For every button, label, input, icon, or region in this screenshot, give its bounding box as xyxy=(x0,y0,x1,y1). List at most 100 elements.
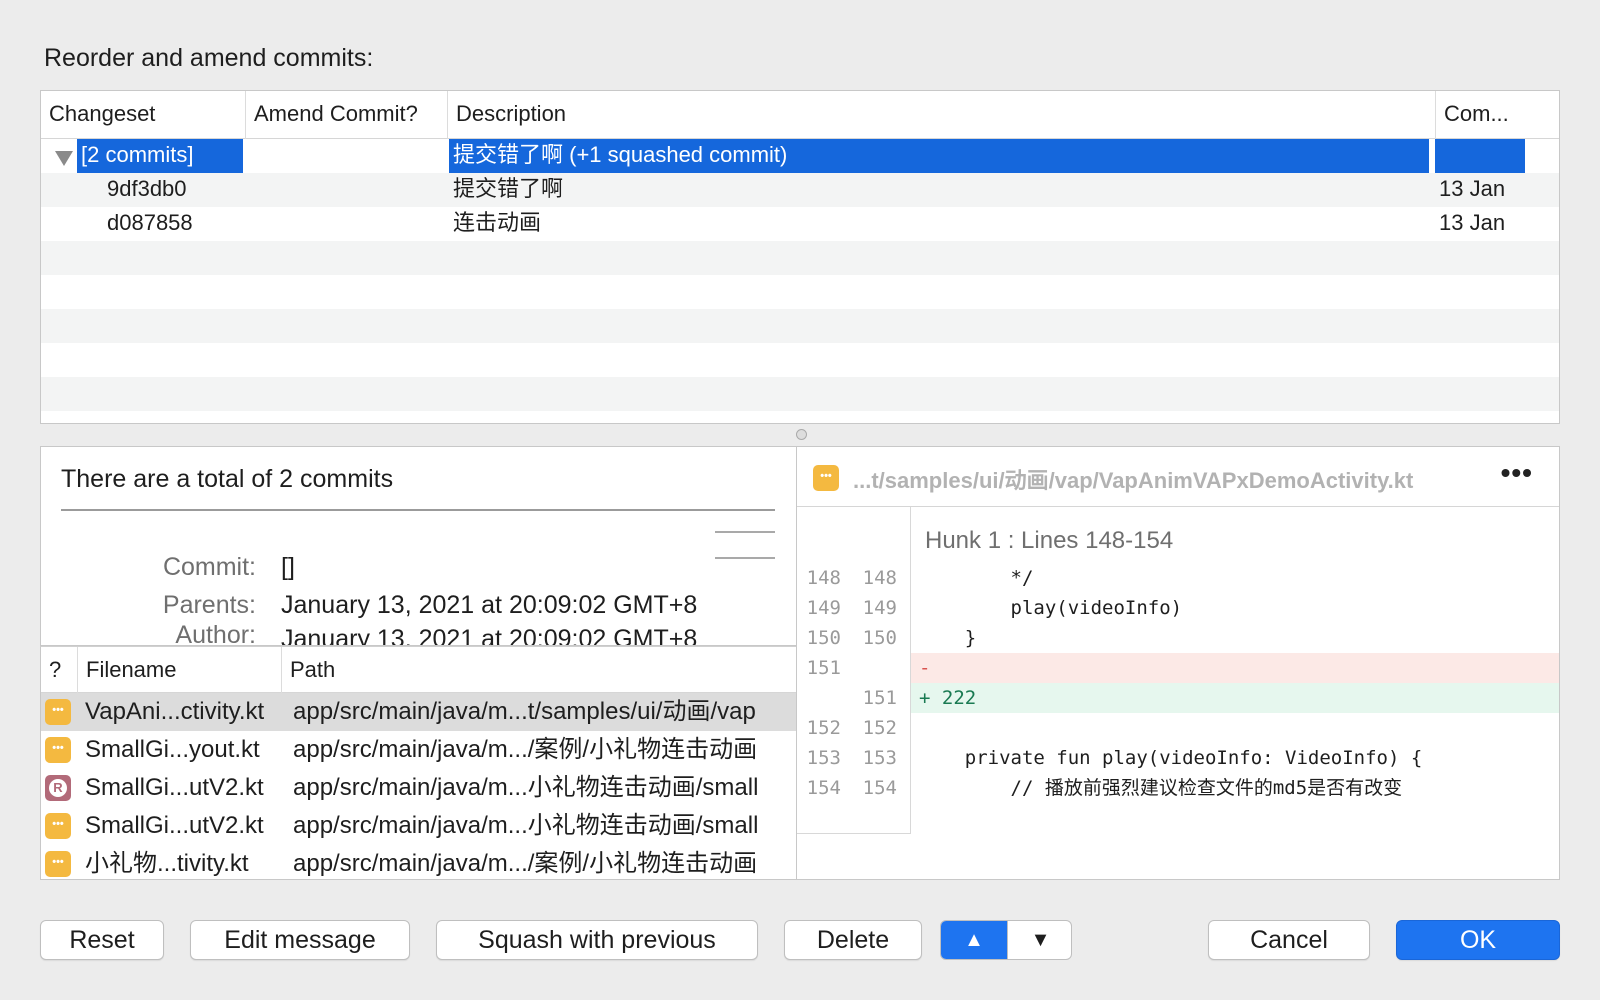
commit-date: 13 Jan xyxy=(1439,176,1506,201)
column-commit-date[interactable]: Com... xyxy=(1435,91,1559,139)
commit-description: 提交错了啊 xyxy=(453,176,564,201)
diff-file-path: ...t/samples/ui/动画/vap/VapAnimVAPxDemoAc… xyxy=(853,468,1414,493)
diff-line[interactable]: 152 152 xyxy=(797,713,1559,743)
empty-row xyxy=(41,343,1559,377)
modified-icon: ••• xyxy=(45,737,71,763)
new-line-number: 148 xyxy=(862,567,897,589)
renamed-icon-letter: R xyxy=(49,779,67,797)
file-path: app/src/main/java/m.../案例/小礼物连击动画 xyxy=(293,850,758,877)
move-up-button[interactable]: ▲ xyxy=(941,921,1007,959)
commit-changeset: d087858 xyxy=(107,210,193,235)
group-description: 提交错了啊 (+1 squashed commit) xyxy=(449,139,1429,173)
file-row[interactable]: ••• 小礼物...tivity.kt app/src/main/java/m.… xyxy=(41,845,796,879)
diff-line[interactable]: 148 148 */ xyxy=(797,563,1559,593)
resize-grip-line xyxy=(715,531,775,533)
split-view-handle[interactable] xyxy=(796,429,807,440)
edit-message-button[interactable]: Edit message xyxy=(190,920,410,960)
column-changeset[interactable]: Changeset xyxy=(41,91,245,139)
move-down-button[interactable]: ▼ xyxy=(1007,921,1071,959)
parents-label: Parents: xyxy=(162,591,256,619)
disclosure-triangle-icon[interactable] xyxy=(55,151,73,166)
group-date-cell xyxy=(1435,139,1525,173)
changed-files-table[interactable]: ? Filename Path ••• VapAni...ctivity.kt … xyxy=(40,646,796,880)
old-line-number: 154 xyxy=(806,777,841,799)
author-value: January 13, 2021 at 20:09:02 GMT+8 xyxy=(281,625,698,646)
resize-grip-line xyxy=(715,557,775,559)
diff-line[interactable]: 149 149 play(videoInfo) xyxy=(797,593,1559,623)
diff-code: } xyxy=(919,627,977,649)
modified-icon: ••• xyxy=(45,813,71,839)
diff-line[interactable]: 150 150 } xyxy=(797,623,1559,653)
file-row[interactable]: ••• SmallGi...utV2.kt app/src/main/java/… xyxy=(41,807,796,845)
diff-code: + 222 xyxy=(911,683,1559,713)
commit-row[interactable]: d087858 连击动画 13 Jan xyxy=(41,207,1559,241)
column-amend-commit[interactable]: Amend Commit? xyxy=(245,91,447,139)
move-segmented-control[interactable]: ▲ ▼ xyxy=(940,920,1072,960)
commit-table-header: Changeset Amend Commit? Description Com.… xyxy=(41,91,1559,139)
diff-code: - xyxy=(911,653,1559,683)
new-line-number: 153 xyxy=(862,747,897,769)
commit-date: 13 Jan xyxy=(1439,210,1506,235)
diff-header: ••• ...t/samples/ui/动画/vap/VapAnimVAPxDe… xyxy=(797,447,1559,507)
old-line-number: 150 xyxy=(806,627,841,649)
diff-line-added[interactable]: 151 + 222 xyxy=(797,683,1559,713)
empty-row xyxy=(41,275,1559,309)
diff-line[interactable]: 154 154 // 播放前强烈建议检查文件的md5是否有改变 xyxy=(797,773,1559,803)
ok-button[interactable]: OK xyxy=(1396,920,1560,960)
author-label: Author: xyxy=(175,621,256,646)
commit-table[interactable]: Changeset Amend Commit? Description Com.… xyxy=(40,90,1560,424)
file-name: SmallGi...utV2.kt xyxy=(85,812,264,839)
commit-changeset: 9df3db0 xyxy=(107,176,187,201)
column-description[interactable]: Description xyxy=(447,91,1435,139)
diff-line[interactable]: 153 153 private fun play(videoInfo: Vide… xyxy=(797,743,1559,773)
files-table-header: ? Filename Path xyxy=(41,647,796,693)
file-path: app/src/main/java/m...小礼物连击动画/small xyxy=(293,812,759,839)
parents-value: January 13, 2021 at 20:09:02 GMT+8 xyxy=(281,591,698,619)
empty-row xyxy=(41,309,1559,343)
delete-button[interactable]: Delete xyxy=(784,920,922,960)
modified-icon: ••• xyxy=(45,699,71,725)
reset-button[interactable]: Reset xyxy=(40,920,164,960)
commit-description: 连击动画 xyxy=(453,210,542,235)
commit-message-text[interactable]: There are a total of 2 commits xyxy=(61,465,393,494)
file-row[interactable]: ••• VapAni...ctivity.kt app/src/main/jav… xyxy=(41,693,796,731)
file-row[interactable]: ••• SmallGi...yout.kt app/src/main/java/… xyxy=(41,731,796,769)
commit-row[interactable]: 9df3db0 提交错了啊 13 Jan xyxy=(41,173,1559,207)
file-row[interactable]: R SmallGi...utV2.kt app/src/main/java/m.… xyxy=(41,769,796,807)
file-path: app/src/main/java/m...t/samples/ui/动画/va… xyxy=(293,698,756,725)
group-changeset: [2 commits] xyxy=(77,139,243,173)
empty-row xyxy=(41,377,1559,411)
column-filename[interactable]: Filename xyxy=(77,647,281,693)
new-line-number: 152 xyxy=(862,717,897,739)
old-line-number: 151 xyxy=(806,657,841,679)
file-name: SmallGi...utV2.kt xyxy=(85,774,264,801)
diff-line-removed[interactable]: 151 - xyxy=(797,653,1559,683)
file-name: 小礼物...tivity.kt xyxy=(85,850,249,877)
new-line-number: 149 xyxy=(862,597,897,619)
empty-row xyxy=(41,241,1559,275)
cancel-button[interactable]: Cancel xyxy=(1208,920,1370,960)
commit-group-row[interactable]: [2 commits] 提交错了啊 (+1 squashed commit) xyxy=(41,139,1559,173)
column-status[interactable]: ? xyxy=(41,647,77,693)
commit-value: [] xyxy=(281,553,295,581)
hunk-title: Hunk 1 : Lines 148-154 xyxy=(925,527,1174,554)
diff-code: play(videoInfo) xyxy=(919,597,1183,619)
column-path[interactable]: Path xyxy=(281,647,795,693)
diff-code xyxy=(911,713,1559,743)
dialog-heading: Reorder and amend commits: xyxy=(44,44,374,72)
new-line-number: 150 xyxy=(862,627,897,649)
old-line-number: 153 xyxy=(806,747,841,769)
commit-label: Commit: xyxy=(162,553,256,581)
gutter-footer xyxy=(797,833,911,879)
diff-code: // 播放前强烈建议检查文件的md5是否有改变 xyxy=(919,777,1403,799)
new-line-number: 151 xyxy=(862,687,897,709)
more-options-icon[interactable]: ••• xyxy=(1501,457,1533,489)
squash-with-previous-button[interactable]: Squash with previous xyxy=(436,920,758,960)
file-name: SmallGi...yout.kt xyxy=(85,736,260,763)
modified-icon: ••• xyxy=(813,465,839,491)
commit-info-pane[interactable]: There are a total of 2 commits Commit: [… xyxy=(40,446,796,646)
diff-pane[interactable]: ••• ...t/samples/ui/动画/vap/VapAnimVAPxDe… xyxy=(796,446,1560,880)
renamed-icon: R xyxy=(45,775,71,801)
message-divider xyxy=(61,509,775,511)
old-line-number: 148 xyxy=(806,567,841,589)
